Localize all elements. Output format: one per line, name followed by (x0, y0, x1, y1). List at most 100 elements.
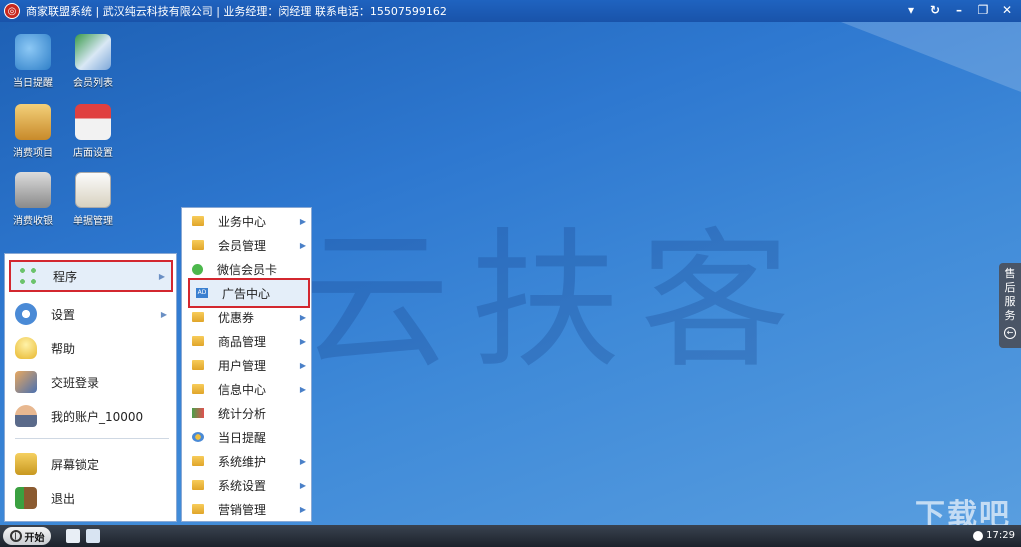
window-controls: ▾ ↻ – ❐ ✕ (903, 2, 1015, 18)
start-menu-item-lock-screen[interactable]: 屏幕锁定 (9, 448, 173, 480)
desktop-icon-document[interactable]: 单据管理 (66, 172, 120, 227)
submenu-item-member-management[interactable]: 会员管理 ▶ (186, 234, 310, 256)
window-icon[interactable] (86, 529, 100, 543)
submenu-item-system-settings[interactable]: 系统设置 ▶ (186, 474, 310, 496)
submenu-item-label: 营销管理 (218, 502, 267, 517)
menu-item-label: 设置 (51, 307, 76, 322)
refresh-icon[interactable]: ↻ (927, 2, 943, 18)
start-menu-item-shift-login[interactable]: 交班登录 (9, 366, 173, 398)
submenu-item-statistics[interactable]: 统计分析 (186, 402, 310, 424)
start-label: 开始 (24, 532, 45, 544)
users-icon (15, 371, 37, 393)
submenu-item-daily-reminder[interactable]: 当日提醒 (186, 426, 310, 448)
submenu-item-label: 系统维护 (218, 454, 267, 469)
chevron-right-icon: ▶ (299, 480, 306, 490)
desktop-icon-label: 当日提醒 (13, 78, 53, 89)
document-icon (75, 172, 111, 208)
folder-icon (192, 504, 204, 514)
submenu-item-label: 会员管理 (218, 238, 267, 253)
menu-item-label: 交班登录 (51, 375, 100, 390)
arrow-left-icon: ← (1004, 327, 1016, 339)
title-bar: ◎ 商家联盟系统 | 武汉纯云科技有限公司 | 业务经理：闵经理 联系电话：15… (0, 0, 1021, 22)
menu-item-label: 程序 (53, 269, 78, 284)
submenu-item-ad-center[interactable]: AD 广告中心 (188, 278, 310, 308)
desktop-watermark: 云扶客 (300, 215, 811, 389)
folder-icon (192, 456, 204, 466)
desktop-icon-consumption[interactable]: 消费项目 (6, 104, 60, 159)
desktop-icon-store[interactable]: 店面设置 (66, 104, 120, 159)
submenu-item-label: 信息中心 (218, 382, 267, 397)
programs-submenu: 业务中心 ▶ 会员管理 ▶ 微信会员卡 AD 广告中心 优惠券 ▶ 商品管理 ▶… (181, 207, 312, 522)
user-icon (15, 405, 37, 427)
after-sale-tab[interactable]: 售后服务 ← (999, 263, 1021, 348)
desktop-icon-label: 店面设置 (73, 148, 113, 159)
after-sale-label: 售后服务 (1004, 267, 1016, 322)
reminder-icon (192, 432, 204, 442)
window-title: 商家联盟系统 | 武汉纯云科技有限公司 | 业务经理：闵经理 联系电话：1550… (26, 5, 447, 18)
submenu-item-coupons[interactable]: 优惠券 ▶ (186, 306, 310, 328)
submenu-item-label: 当日提醒 (218, 430, 267, 445)
corner-decoration (841, 22, 1021, 92)
clock-time: 17:29 (986, 530, 1015, 541)
member-list-icon (75, 34, 111, 70)
desktop-icon-label: 消费收银 (13, 216, 53, 227)
store-icon (75, 104, 111, 140)
submenu-item-label: 微信会员卡 (217, 262, 278, 277)
submenu-item-label: 优惠券 (218, 310, 255, 325)
folder-icon (192, 240, 204, 250)
submenu-item-marketing[interactable]: 营销管理 ▶ (186, 498, 310, 520)
close-icon[interactable]: ✕ (999, 2, 1015, 18)
folder-icon (192, 480, 204, 490)
start-menu-item-my-account[interactable]: 我的账户_10000 (9, 400, 173, 432)
desktop-icon-reminder[interactable]: 当日提醒 (6, 34, 60, 89)
submenu-item-label: 业务中心 (218, 214, 267, 229)
start-menu-item-exit[interactable]: 退出 (9, 482, 173, 514)
start-menu-item-settings[interactable]: 设置 ▶ (9, 298, 173, 330)
start-menu-item-help[interactable]: 帮助 (9, 332, 173, 364)
chevron-right-icon: ▶ (299, 216, 306, 226)
apps-icon (17, 265, 39, 287)
start-button[interactable]: | 开始 (3, 527, 51, 545)
show-desktop-icon[interactable] (66, 529, 80, 543)
submenu-item-label: 广告中心 (222, 286, 271, 301)
desktop-icon-label: 单据管理 (73, 216, 113, 227)
submenu-item-label: 系统设置 (218, 478, 267, 493)
chevron-right-icon: ▶ (160, 309, 167, 319)
chevron-right-icon: ▶ (299, 504, 306, 514)
chevron-right-icon: ▶ (158, 271, 165, 281)
wechat-icon (192, 263, 203, 275)
submenu-item-wechat-card[interactable]: 微信会员卡 (186, 258, 310, 280)
folder-icon (192, 312, 204, 322)
menu-separator (15, 438, 169, 439)
chevron-right-icon: ▶ (299, 456, 306, 466)
submenu-item-label: 商品管理 (218, 334, 267, 349)
submenu-item-system-maintenance[interactable]: 系统维护 ▶ (186, 450, 310, 472)
folder-icon (192, 216, 204, 226)
restore-icon[interactable]: ❐ (975, 2, 991, 18)
consumption-icon (15, 104, 51, 140)
dropdown-icon[interactable]: ▾ (903, 2, 919, 18)
minimize-icon[interactable]: – (951, 2, 967, 18)
chevron-right-icon: ▶ (299, 336, 306, 346)
app-logo-icon: ◎ (4, 3, 20, 19)
submenu-item-business-center[interactable]: 业务中心 ▶ (186, 210, 310, 232)
taskbar-clock: 17:29 (973, 530, 1015, 541)
start-menu-item-programs[interactable]: 程序 ▶ (9, 260, 173, 292)
submenu-item-product-management[interactable]: 商品管理 ▶ (186, 330, 310, 352)
power-icon: | (9, 530, 22, 542)
menu-item-label: 我的账户_10000 (51, 409, 144, 424)
chevron-right-icon: ▶ (299, 312, 306, 322)
folder-icon (192, 384, 204, 394)
desktop-icon-label: 消费项目 (13, 148, 53, 159)
submenu-item-info-center[interactable]: 信息中心 ▶ (186, 378, 310, 400)
chevron-right-icon: ▶ (299, 360, 306, 370)
desktop-icon-cashier[interactable]: 消费收银 (6, 172, 60, 227)
desktop-icon-label: 会员列表 (73, 78, 113, 89)
chevron-right-icon: ▶ (299, 240, 306, 250)
desktop-icon-member-list[interactable]: 会员列表 (66, 34, 120, 89)
bulb-icon (15, 337, 37, 359)
chevron-right-icon: ▶ (299, 384, 306, 394)
submenu-item-user-management[interactable]: 用户管理 ▶ (186, 354, 310, 376)
gear-icon (15, 303, 37, 325)
folder-icon (192, 360, 204, 370)
